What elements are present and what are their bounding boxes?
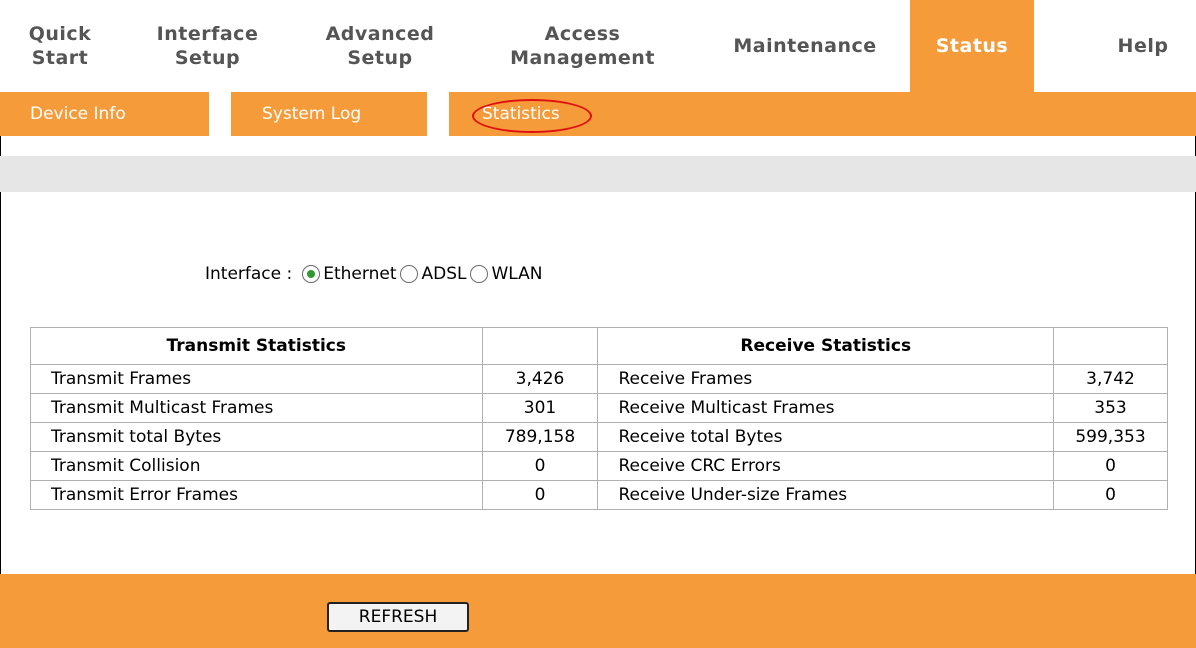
nav-label: Interface Setup [156,23,259,69]
nav-label: Status [935,35,1009,57]
tx-label: Transmit total Bytes [30,422,483,452]
radio-wlan[interactable] [470,265,489,283]
rx-value: 0 [1053,480,1168,510]
nav-label: Maintenance [733,35,877,57]
nav-advanced-setup[interactable]: Advanced Setup [295,0,465,92]
top-navigation: Quick Start Interface Setup Advanced Set… [0,0,1196,92]
radio-label-adsl: ADSL [421,264,467,284]
nav-interface-setup[interactable]: Interface Setup [120,0,295,92]
radio-label-ethernet: Ethernet [323,264,397,284]
rx-label: Receive CRC Errors [597,451,1055,481]
rx-value: 3,742 [1053,364,1168,394]
nav-quick-start[interactable]: Quick Start [0,0,120,92]
nav-maintenance[interactable]: Maintenance [700,0,910,92]
nav-status[interactable]: Status [910,0,1034,92]
nav-access-management[interactable]: Access Management [465,0,700,92]
interface-selector: Interface : Ethernet ADSL WLAN [205,259,543,289]
table-row: Transmit Error Frames 0 Receive Under-si… [30,480,1168,510]
rx-label: Receive Under-size Frames [597,480,1055,510]
section-bar [0,156,1196,192]
radio-ethernet[interactable] [302,265,321,283]
subnav-device-info[interactable]: Device Info [30,92,126,136]
subnav-system-log[interactable]: System Log [262,92,361,136]
table-row: Transmit Collision 0 Receive CRC Errors … [30,451,1168,481]
tx-label: Transmit Error Frames [30,480,483,510]
nav-help[interactable]: Help [1090,0,1196,92]
subnav-separator [427,92,449,136]
header-blank [1053,327,1168,365]
interface-label: Interface : [205,264,293,284]
tx-label: Transmit Frames [30,364,483,394]
table-row: Transmit Frames 3,426 Receive Frames 3,7… [30,364,1168,394]
rx-value: 0 [1053,451,1168,481]
sub-navigation: Device Info System Log Statistics [0,92,1196,136]
subnav-label: Device Info [30,104,126,124]
nav-label: Help [1117,35,1169,57]
rx-label: Receive Frames [597,364,1055,394]
nav-label: Access Management [510,23,655,69]
subnav-separator [209,92,231,136]
tx-label: Transmit Multicast Frames [30,393,483,423]
rx-value: 353 [1053,393,1168,423]
tx-value: 789,158 [481,422,599,452]
radio-adsl[interactable] [400,265,419,283]
refresh-button[interactable]: REFRESH [327,602,469,632]
highlight-circle [472,99,592,133]
tx-label: Transmit Collision [30,451,483,481]
nav-label: Quick Start [28,23,92,69]
rx-label: Receive total Bytes [597,422,1055,452]
table-row: Transmit total Bytes 789,158 Receive tot… [30,422,1168,452]
header-blank [481,327,599,365]
tx-value: 301 [481,393,599,423]
nav-label: Advanced Setup [325,23,435,69]
table-header-row: Transmit Statistics Receive Statistics [30,327,1168,365]
tx-value: 0 [481,480,599,510]
tx-value: 3,426 [481,364,599,394]
header-receive: Receive Statistics [597,327,1055,365]
footer-bar [0,574,1196,648]
table-row: Transmit Multicast Frames 301 Receive Mu… [30,393,1168,423]
rx-value: 599,353 [1053,422,1168,452]
tx-value: 0 [481,451,599,481]
radio-label-wlan: WLAN [491,264,543,284]
header-transmit: Transmit Statistics [30,327,483,365]
subnav-label: System Log [262,104,362,124]
statistics-table: Transmit Statistics Receive Statistics T… [30,327,1168,510]
rx-label: Receive Multicast Frames [597,393,1055,423]
